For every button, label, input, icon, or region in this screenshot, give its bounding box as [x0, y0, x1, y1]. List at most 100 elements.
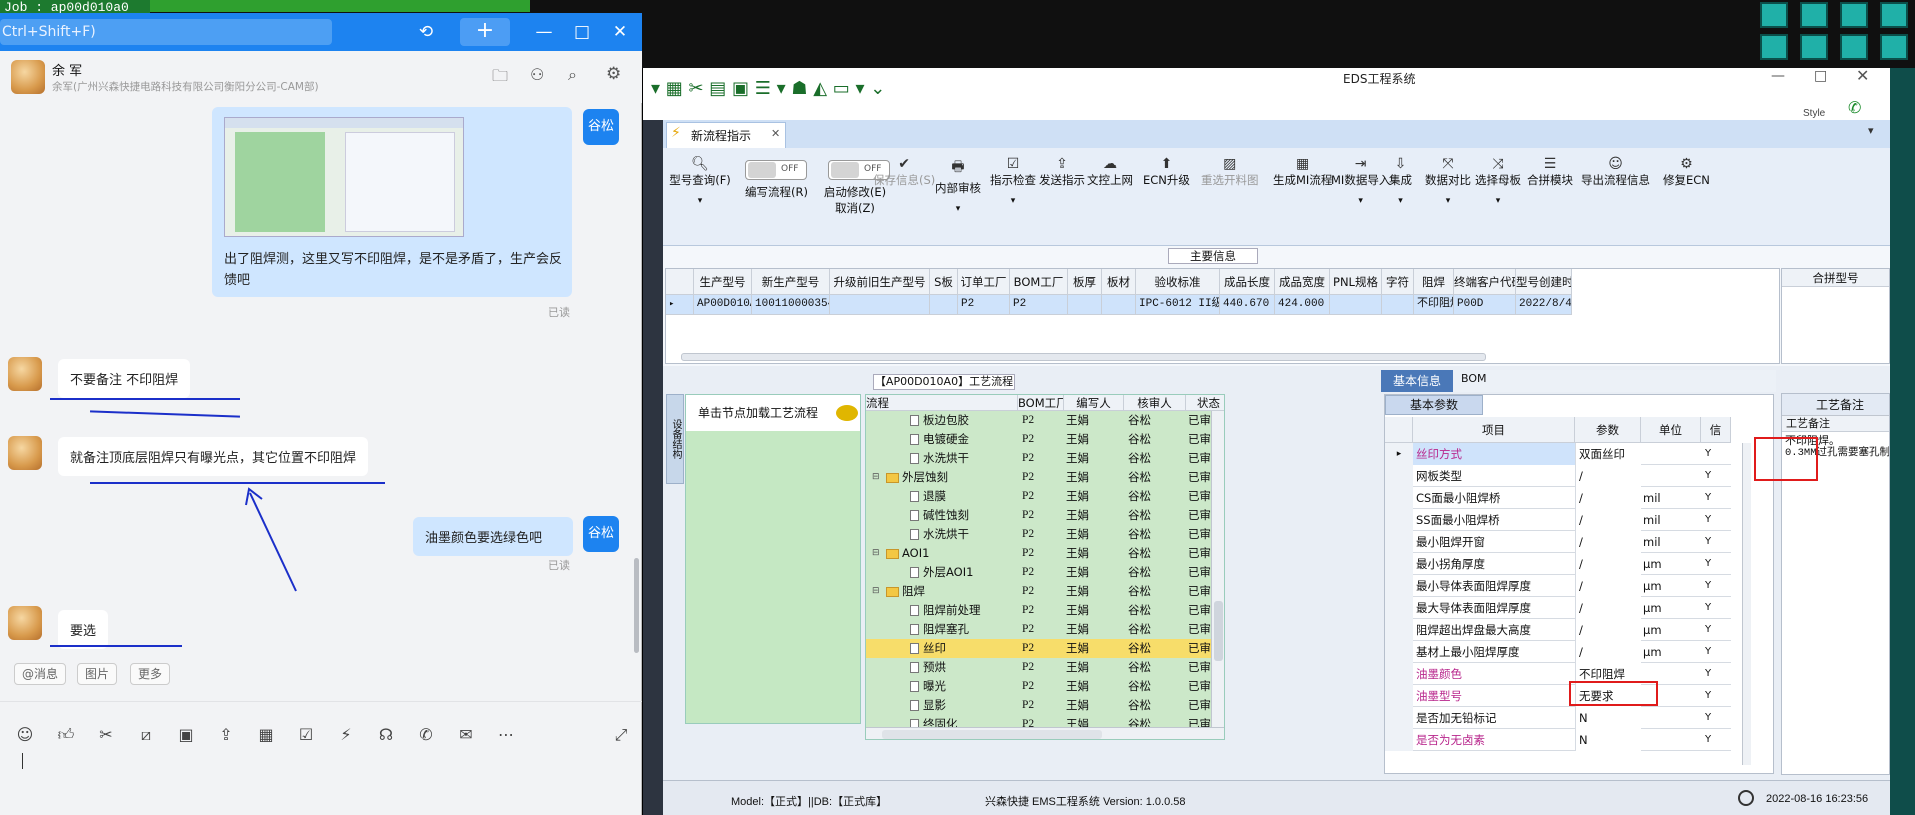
- row-indicator[interactable]: ▸: [666, 295, 694, 315]
- collapse-icon[interactable]: ⊟: [872, 582, 880, 601]
- vertical-scrollbar[interactable]: [1211, 411, 1224, 727]
- tab-new-flow[interactable]: ⚡ 新流程指示 ✕: [666, 122, 786, 148]
- bg-tool-tile[interactable]: [1840, 2, 1868, 28]
- param-column-header[interactable]: 单位: [1641, 417, 1701, 443]
- grid-cell[interactable]: 440.670: [1220, 295, 1275, 315]
- headset-icon[interactable]: ☊: [375, 724, 397, 746]
- param-value[interactable]: N: [1575, 707, 1641, 729]
- chat-scrollbar[interactable]: [634, 558, 639, 653]
- search-input[interactable]: Ctrl+Shift+F): [0, 19, 332, 45]
- flow-node[interactable]: 碱性蚀刻: [910, 506, 1030, 525]
- flow-column-header[interactable]: 状态: [1186, 395, 1224, 411]
- param-value[interactable]: /: [1575, 509, 1641, 531]
- param-row[interactable]: ▸ 丝印方式 双面丝印 Y: [1385, 443, 1731, 465]
- add-member-icon[interactable]: ⚇: [530, 65, 544, 84]
- param-row[interactable]: 基材上最小阻焊厚度 / μm Y: [1385, 641, 1731, 663]
- message-input[interactable]: [22, 753, 23, 769]
- flow-node[interactable]: 丝印: [910, 639, 1030, 658]
- column-header[interactable]: BOM工厂: [1010, 269, 1068, 295]
- flow-tree-row[interactable]: 丝印 P2 王娟 谷松 已审核: [866, 639, 1223, 658]
- ribbon-button-9[interactable]: ⇩ 集成 ▾: [1389, 156, 1412, 206]
- ribbon-button-0[interactable]: ✔ 保存信息(S): [873, 156, 935, 188]
- ribbon-button-8[interactable]: ⇥ MI数据导入 ▾: [1331, 156, 1390, 206]
- param-row[interactable]: SS面最小阻焊桥 / mil Y: [1385, 509, 1731, 531]
- flow-tree-row[interactable]: 预烘 P2 王娟 谷松 已审核: [866, 658, 1223, 677]
- column-header[interactable]: 验收标准: [1136, 269, 1220, 295]
- column-header[interactable]: 型号创建时: [1516, 269, 1572, 295]
- param-row[interactable]: 是否为无卤素 N Y: [1385, 729, 1731, 751]
- lightning-icon[interactable]: ⚡: [335, 724, 357, 746]
- grid-cell[interactable]: [1068, 295, 1102, 315]
- param-column-header[interactable]: 信: [1701, 417, 1731, 443]
- ribbon-button-1[interactable]: 🖶︎ 内部审核 ▾: [935, 156, 981, 214]
- sender-badge[interactable]: 谷松: [583, 516, 619, 552]
- row-indicator[interactable]: [1385, 465, 1413, 487]
- grid-cell[interactable]: [1102, 295, 1136, 315]
- row-indicator[interactable]: [1385, 553, 1413, 575]
- bg-tool-tile[interactable]: [1800, 2, 1828, 28]
- param-row[interactable]: 阻焊超出焊盘最大高度 / μm Y: [1385, 619, 1731, 641]
- close-button[interactable]: ✕: [1856, 66, 1869, 85]
- row-indicator[interactable]: ▸: [1385, 443, 1413, 465]
- row-indicator[interactable]: [1385, 729, 1413, 751]
- row-indicator[interactable]: [1385, 685, 1413, 707]
- param-value[interactable]: /: [1575, 531, 1641, 553]
- ribbon-button-14[interactable]: ⚙ 修复ECN: [1663, 156, 1710, 188]
- row-indicator[interactable]: [1385, 707, 1413, 729]
- phone-icon[interactable]: ✆: [1848, 98, 1861, 117]
- column-header[interactable]: 生产型号: [694, 269, 752, 295]
- ribbon-button-3[interactable]: ⇪ 发送指示: [1039, 156, 1085, 188]
- column-header[interactable]: 成品宽度: [1275, 269, 1330, 295]
- slash-command-icon[interactable]: ⧄: [135, 724, 157, 746]
- message-bubble-3[interactable]: 就备注顶底层阻焊只有曝光点，其它位置不印阻焊: [58, 437, 369, 476]
- param-row[interactable]: 最大导体表面阻焊厚度 / μm Y: [1385, 597, 1731, 619]
- flow-tree-row[interactable]: ⊟ AOI1 P2 王娟 谷松 已审核: [866, 544, 1223, 563]
- column-header[interactable]: 终端客户代码: [1454, 269, 1516, 295]
- grid-cell[interactable]: IPC-6012 II级: [1136, 295, 1220, 315]
- avatar[interactable]: [8, 357, 42, 391]
- flow-node[interactable]: 水洗烘干: [910, 525, 1030, 544]
- flow-tree-row[interactable]: 水洗烘干 P2 王娟 谷松 已审核: [866, 449, 1223, 468]
- gear-icon[interactable]: ⚙: [606, 64, 621, 84]
- flow-tree-row[interactable]: 阻焊塞孔 P2 王娟 谷松 已审核: [866, 620, 1223, 639]
- grid-cell[interactable]: P2: [1010, 295, 1068, 315]
- message-bubble-1[interactable]: 出了阻焊测，这里又写不印阻焊，是不是矛盾了，生产会反馈吧: [212, 107, 572, 297]
- upload-icon[interactable]: ⇪: [215, 724, 237, 746]
- ribbon-button-6[interactable]: ▨ 重选开料图: [1201, 156, 1259, 188]
- add-button[interactable]: +: [460, 18, 510, 46]
- phone-icon[interactable]: ✆: [415, 724, 437, 746]
- flow-node[interactable]: 退膜: [910, 487, 1030, 506]
- image-tag[interactable]: 图片: [77, 663, 118, 685]
- param-row[interactable]: 最小拐角厚度 / μm Y: [1385, 553, 1731, 575]
- flow-node[interactable]: 阻焊前处理: [910, 601, 1030, 620]
- flow-node[interactable]: 电镀硬金: [910, 430, 1030, 449]
- flow-node[interactable]: 预烘: [910, 658, 1030, 677]
- remark-tab[interactable]: 工艺备注: [1782, 394, 1889, 416]
- ribbon-button-5[interactable]: ⬆ ECN升级: [1143, 156, 1190, 188]
- flow-column-header[interactable]: 流程: [866, 395, 1018, 411]
- load-hint[interactable]: 单击节点加载工艺流程: [686, 395, 860, 431]
- vertical-scrollbar[interactable]: [1742, 443, 1751, 765]
- avatar[interactable]: [8, 436, 42, 470]
- grid-cell[interactable]: 424.000: [1275, 295, 1330, 315]
- avatar[interactable]: [8, 606, 42, 640]
- column-header[interactable]: 新生产型号: [752, 269, 830, 295]
- column-header[interactable]: 成品长度: [1220, 269, 1275, 295]
- bg-tool-tile[interactable]: [1800, 34, 1828, 60]
- flow-tree-row[interactable]: 板边包胶 P2 王娟 谷松 已审核: [866, 411, 1223, 430]
- param-value[interactable]: /: [1575, 553, 1641, 575]
- param-value[interactable]: /: [1575, 619, 1641, 641]
- ribbon-button-11[interactable]: ⤨ 选择母板 ▾: [1475, 156, 1521, 206]
- column-header[interactable]: 字符: [1382, 269, 1414, 295]
- flow-node[interactable]: AOI1: [886, 544, 1006, 563]
- message-bubble-4[interactable]: 油墨颜色要选绿色吧: [413, 517, 573, 556]
- column-header[interactable]: 订单工厂: [958, 269, 1010, 295]
- bg-tool-tile[interactable]: [1880, 2, 1908, 28]
- flow-tree-row[interactable]: 显影 P2 王娟 谷松 已审核: [866, 696, 1223, 715]
- collapse-icon[interactable]: ⊟: [872, 544, 880, 563]
- flow-node[interactable]: 阻焊: [886, 582, 1006, 601]
- row-indicator[interactable]: [1385, 531, 1413, 553]
- param-column-header[interactable]: 项目: [1413, 417, 1575, 443]
- style-menu[interactable]: Style: [1803, 108, 1825, 119]
- grid-cell[interactable]: 10011000035414: [752, 295, 830, 315]
